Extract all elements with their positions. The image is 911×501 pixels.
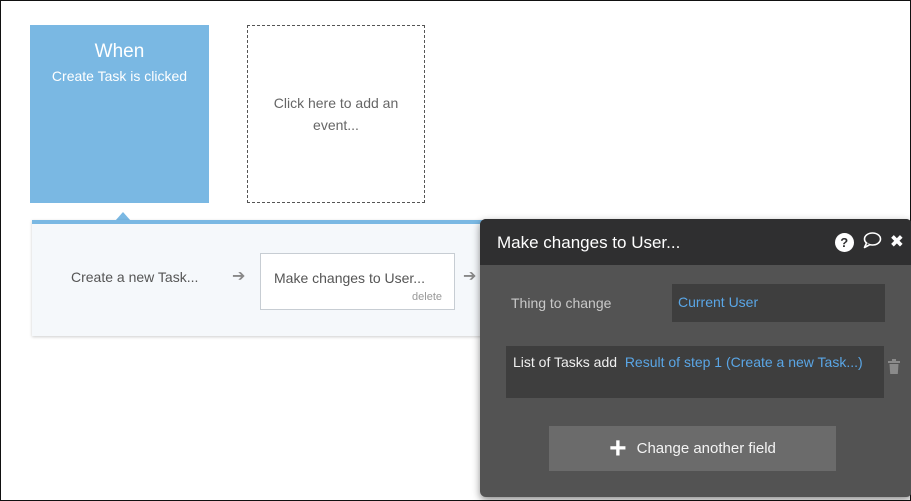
event-trigger-card[interactable]: When Create Task is clicked: [30, 25, 209, 203]
close-icon[interactable]: ✖: [890, 232, 904, 252]
panel-header: Make changes to User... ? ✖: [480, 219, 911, 265]
workflow-editor: When Create Task is clicked Click here t…: [0, 0, 911, 501]
panel-header-icons: ? ✖: [834, 231, 904, 253]
add-event-label: Click here to add an event...: [273, 95, 399, 133]
step-make-changes-user[interactable]: Make changes to User... delete: [260, 253, 455, 310]
panel-title: Make changes to User...: [497, 233, 681, 252]
action-properties-panel: Make changes to User... ? ✖ Thing to cha…: [480, 219, 911, 497]
step-create-task[interactable]: Create a new Task...: [71, 269, 198, 285]
change-another-field-button[interactable]: + Change another field: [549, 426, 836, 471]
step-delete-link[interactable]: delete: [412, 291, 442, 303]
change-another-field-label: Change another field: [636, 440, 776, 457]
help-icon[interactable]: ?: [834, 232, 854, 252]
arrow-right-icon: ➔: [463, 268, 477, 285]
arrow-right-icon: ➔: [232, 268, 246, 285]
thing-to-change-value: Current User: [678, 294, 759, 310]
event-description: Create Task is clicked: [51, 68, 188, 84]
thing-to-change-dropdown[interactable]: Current User: [672, 284, 885, 322]
step-label: Make changes to User...: [274, 270, 425, 286]
field-change-label: List of Tasks add: [513, 354, 618, 370]
comment-icon[interactable]: [862, 231, 882, 253]
field-change-value[interactable]: Result of step 1 (Create a new Task...): [625, 354, 863, 370]
trash-icon[interactable]: [887, 359, 901, 375]
thing-to-change-label: Thing to change: [511, 295, 612, 311]
field-change-row[interactable]: List of Tasks add Result of step 1 (Crea…: [506, 346, 884, 398]
event-when-label: When: [94, 41, 145, 62]
plus-icon: +: [609, 431, 627, 465]
add-event-placeholder[interactable]: Click here to add an event...: [247, 25, 425, 203]
